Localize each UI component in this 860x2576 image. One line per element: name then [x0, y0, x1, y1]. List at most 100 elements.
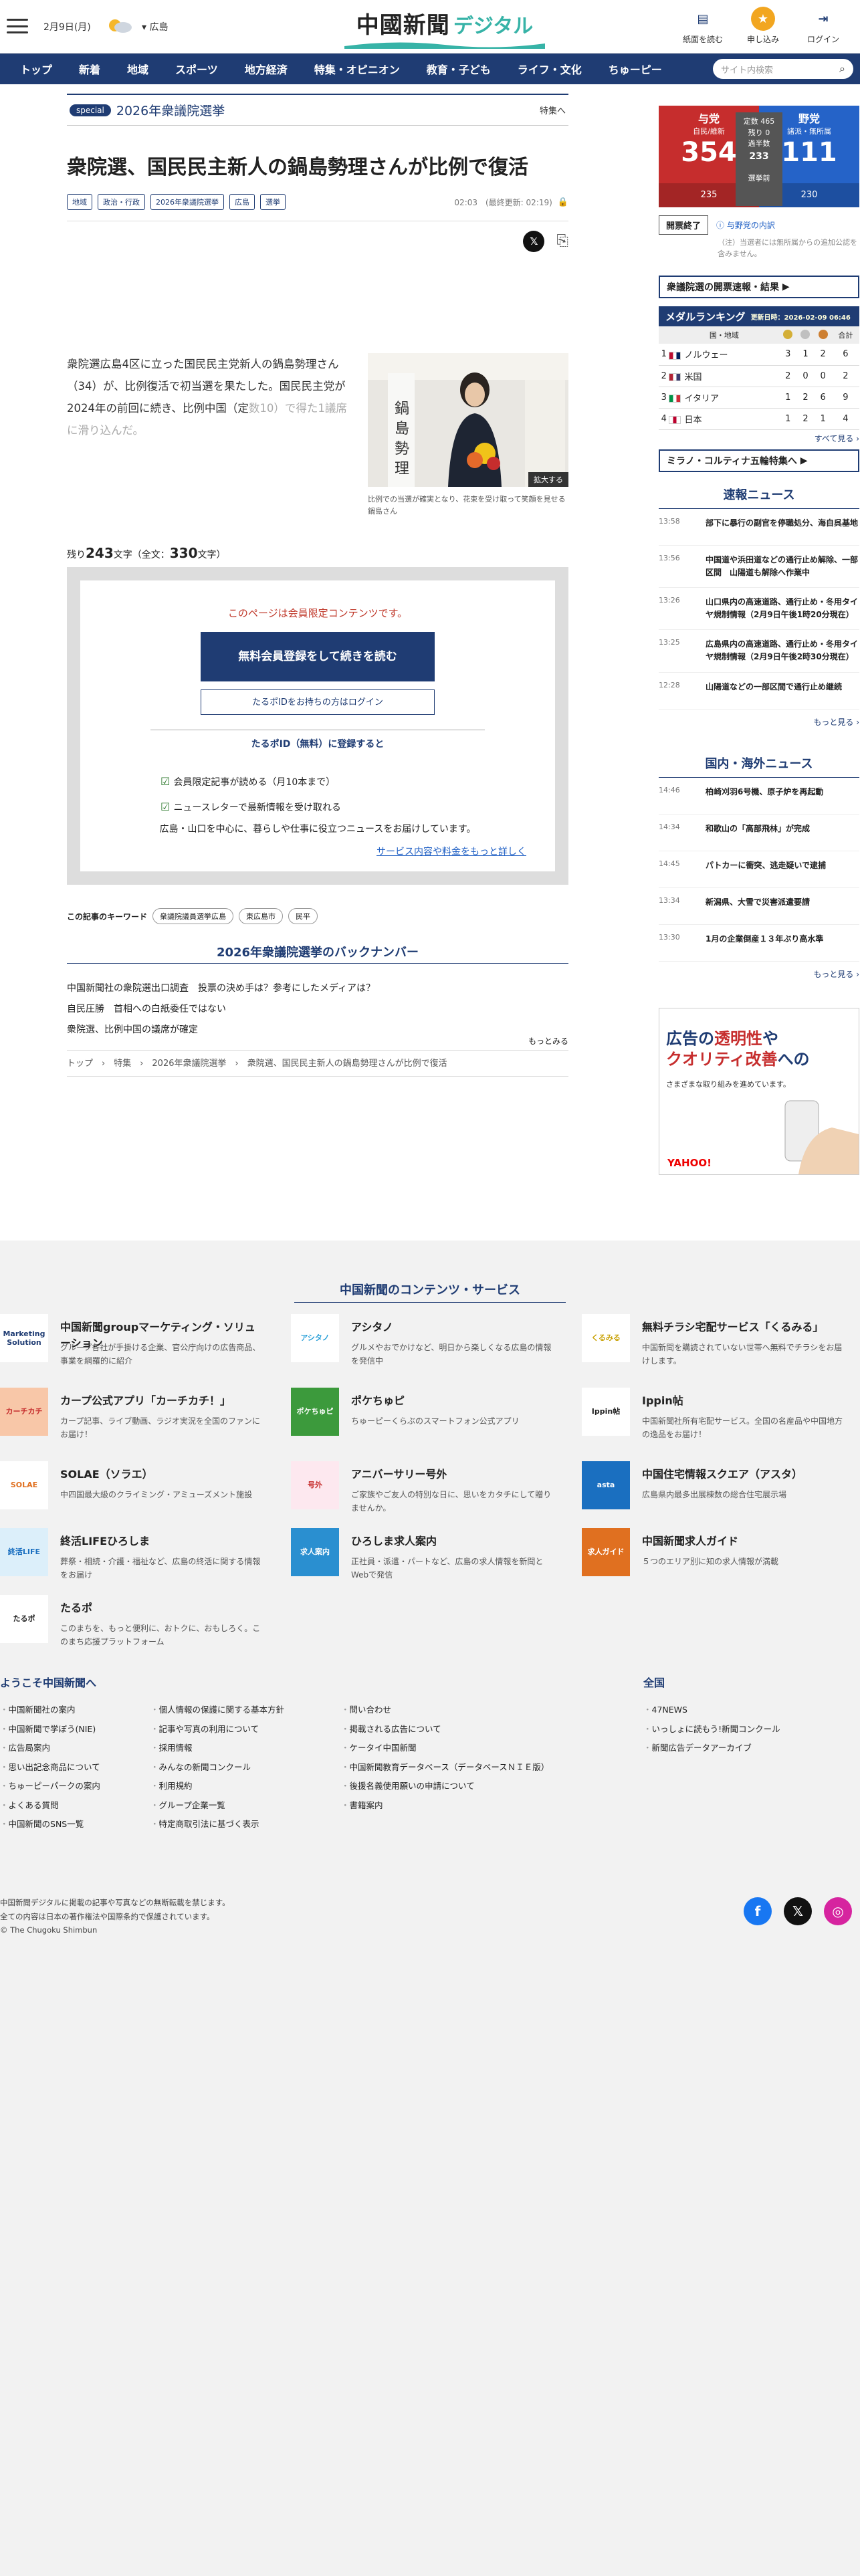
nav-item-region[interactable]: 地域 — [114, 61, 162, 77]
keyword-chip[interactable]: 衆議院議員選挙広島 — [152, 908, 234, 924]
ad-banner[interactable]: 広告の透明性や クオリティ改善への さまざまな取り組みを進めています。 YAHO… — [659, 1007, 859, 1175]
tag-region[interactable]: 地域 — [67, 194, 92, 210]
tag-election[interactable]: 2026年衆議院選挙 — [150, 194, 224, 210]
read-paper-button[interactable]: ▤ 紙面を読む — [673, 7, 733, 45]
footer-link[interactable]: 広告局案内 — [0, 1739, 100, 1758]
instagram-icon[interactable]: ◎ — [824, 1897, 852, 1925]
x-share-icon[interactable]: 𝕏 — [523, 230, 545, 252]
party-breakdown-link[interactable]: ⓘ 与野党の内訳 — [716, 219, 775, 231]
search-icon[interactable]: ⌕ — [839, 62, 845, 76]
news-item[interactable]: 13:30 1月の企業倒産１３年ぶり高水準 — [659, 925, 859, 962]
keyword-chip[interactable]: 民平 — [288, 908, 318, 924]
footer-link[interactable]: 新聞広告データアーカイブ — [643, 1739, 780, 1758]
nav-item-top[interactable]: トップ — [7, 61, 66, 77]
footer-link[interactable]: 採用情報 — [150, 1739, 284, 1758]
footer-link[interactable]: 後援名義使用願いの申請について — [341, 1777, 549, 1796]
photo-enlarge-button[interactable]: 拡大する — [528, 472, 568, 487]
news-item[interactable]: 13:58 部下に暴行の副官を停職処分、海自呉基地 — [659, 509, 859, 546]
special-title[interactable]: 2026年衆議院選挙 — [116, 101, 225, 119]
service-card[interactable]: くるみる 無料チラシ宅配サービス「くるみる」 中国新聞を購読されていない世帯へ無料で… — [582, 1314, 849, 1368]
service-card[interactable]: カーチカチ カープ公式アプリ「カーチカチ！」 カープ記事、ライブ動画、ラジオ実況を全… — [0, 1388, 267, 1441]
news-item[interactable]: 13:56 中国道や浜田道などの通行止め解除、一部区間 山陽道も解除へ作業中 — [659, 546, 859, 588]
election-results-link[interactable]: 衆議院選の開票速報・結果 ▶ — [659, 276, 859, 298]
clip-icon[interactable]: ⎘ — [556, 233, 568, 249]
apply-button[interactable]: ★ 申し込み — [733, 7, 793, 45]
footer-link[interactable]: 思い出記念商品について — [0, 1758, 100, 1778]
news-item[interactable]: 13:26 山口県内の高速道路、通行止め・冬用タイヤ規制情報（2月9日午後1時20… — [659, 588, 859, 631]
tag-hiroshima[interactable]: 広島 — [229, 194, 255, 210]
backnumber-more-link[interactable]: もっとみる — [528, 1035, 568, 1047]
footer-link[interactable]: よくある質問 — [0, 1796, 100, 1816]
nav-item-chupy[interactable]: ちゅーピー — [595, 61, 675, 77]
service-card[interactable]: 求人案内 ひろしま求人案内 正社員・派遣・パートなど、広島の求人情報を新聞とWebで… — [291, 1528, 558, 1582]
backnumber-item[interactable]: 自民圧勝 首相への白紙委任ではない — [67, 999, 375, 1020]
breaking-more-link[interactable]: もっと見る › — [659, 716, 859, 728]
service-details-link[interactable]: サービス内容や料金をもっと詳しく — [318, 845, 585, 898]
login-button[interactable]: ⇥ ログイン — [793, 7, 853, 45]
footer-link[interactable]: 個人情報の保護に関する基本方針 — [150, 1701, 285, 1720]
nav-item-life[interactable]: ライフ・文化 — [504, 61, 595, 77]
medal-row[interactable]: 4 日本 1 2 1 4 — [659, 408, 859, 430]
service-card[interactable]: asta 中国住宅情報スクエア（アスタ） 広島県内最多出展棟数の総合住宅展示場 — [582, 1461, 849, 1515]
backnumber-item[interactable]: 中国新聞社の衆院選出口調査 投票の決め手は？参考にしたメディアは？ — [67, 978, 375, 999]
footer-link[interactable]: 利用規約 — [150, 1777, 284, 1796]
article-photo[interactable]: 鍋 島 勢 理 拡大する — [368, 353, 568, 487]
backnumber-item[interactable]: 衆院選、比例中国の議席が確定 — [67, 1020, 375, 1041]
milano-link[interactable]: ミラノ・コルティナ五輪特集へ ▶ — [659, 449, 859, 472]
medal-row[interactable]: 3 イタリア 1 2 6 9 — [659, 387, 859, 409]
nav-item-education[interactable]: 教育・子ども — [413, 61, 504, 77]
footer-link[interactable]: ちゅーピーパークの案内 — [0, 1777, 100, 1796]
footer-link[interactable]: 中国新聞で学ぼう(NIE) — [0, 1720, 100, 1739]
service-card[interactable]: たるポ たるポ このまちを、もっと便利に、おトクに、おもしろく。このまち応援プラット… — [0, 1595, 267, 1648]
special-more-link[interactable]: 特集へ — [540, 104, 566, 116]
news-item[interactable]: 13:25 広島県内の高速道路、通行止め・冬用タイヤ規制情報（2月9日午後2時30… — [659, 630, 859, 673]
news-item[interactable]: 14:46 柏崎刈羽6号機、原子炉を再起動 — [659, 778, 859, 815]
tarupo-login-button[interactable]: たるポIDをお持ちの方はログイン — [201, 689, 435, 715]
medal-row[interactable]: 1 ノルウェー 3 1 2 6 — [659, 344, 859, 366]
nav-item-economy[interactable]: 地方経済 — [231, 61, 301, 77]
service-card[interactable]: 終活LIFE 終活LIFEひろしま 葬祭・相続・介護・福祉など、広島の終活に関する情… — [0, 1528, 267, 1582]
facebook-icon[interactable]: f — [744, 1897, 772, 1925]
register-button[interactable]: 無料会員登録をして続きを読む — [201, 632, 435, 681]
nav-item-opinion[interactable]: 特集・オピニオン — [301, 61, 413, 77]
election-result-widget[interactable]: 与党 自民/維新 354 235 野党 諸派・無所属 111 230 定数 46… — [659, 106, 859, 207]
footer-link[interactable]: みんなの新聞コンクール — [150, 1758, 284, 1778]
region-selector[interactable]: ▾ 広島 — [142, 20, 168, 33]
footer-link[interactable]: 書籍案内 — [341, 1796, 549, 1816]
service-card[interactable]: 求人ガイド 中国新聞求人ガイド ５つのエリア別に知の求人情報が満載 — [582, 1528, 849, 1582]
service-card[interactable]: SOLAE SOLAE（ソラエ） 中四国最大級のクライミング・アミューズメント施設 — [0, 1461, 267, 1515]
news-item[interactable]: 12:28 山陽道などの一部区間で通行止め継続 — [659, 673, 859, 710]
breadcrumb[interactable]: トップ › 特集 › 2026年衆議院選挙 › 衆院選、国民民主新人の鍋島勢理さ… — [67, 1050, 568, 1077]
service-card[interactable]: Marketing Solution 中国新聞groupマーケティング・ソリューシ… — [0, 1314, 267, 1368]
nav-item-new[interactable]: 新着 — [66, 61, 114, 77]
footer-link[interactable]: 中国新聞社の案内 — [0, 1701, 100, 1720]
footer-link[interactable]: 中国新聞のSNS一覧 — [0, 1815, 100, 1834]
footer-link[interactable]: 特定商取引法に基づく表示 — [150, 1815, 284, 1834]
service-card[interactable]: ポケちゅピ ポケちゅピ ちゅーピーくらぶのスマートフォン公式アプリ — [291, 1388, 558, 1441]
footer-link[interactable]: 問い合わせ — [341, 1701, 549, 1720]
footer-link[interactable]: 47NEWS — [643, 1701, 780, 1720]
medal-row[interactable]: 2 米国 2 0 0 2 — [659, 365, 859, 387]
footer-link[interactable]: 記事や写真の利用について — [150, 1720, 284, 1739]
service-card[interactable]: Ippin帖 Ippin帖 中国新聞社所有宅配サービス。全国の名産品や中国地方の逸品… — [582, 1388, 849, 1441]
keyword-chip[interactable]: 東広島市 — [239, 908, 284, 924]
footer-link[interactable]: グループ企業一覧 — [150, 1796, 284, 1816]
news-item[interactable]: 14:34 和歌山の「高部飛林」が完成 — [659, 815, 859, 851]
x-icon[interactable]: 𝕏 — [784, 1897, 812, 1925]
footer-link[interactable]: 掲載される広告について — [341, 1720, 549, 1739]
service-card[interactable]: 号外 アニバーサリー号外 ご家族やご友人の特別な日に、思いをカタチにして贈りませんか… — [291, 1461, 558, 1515]
footer-link[interactable]: 中国新聞教育データベース（データベースＮＩＥ版） — [341, 1758, 550, 1778]
national-more-link[interactable]: もっと見る › — [659, 968, 859, 980]
footer-link[interactable]: ケータイ中国新聞 — [341, 1739, 549, 1758]
service-card[interactable]: アシタノ アシタノ グルメやおでかけなど、明日から楽しくなる広島の情報を発信中 — [291, 1314, 558, 1368]
tag-senkyo[interactable]: 選挙 — [260, 194, 286, 210]
footer-link[interactable]: いっしょに読もう!新聞コンクール — [643, 1720, 780, 1739]
news-item[interactable]: 13:34 新潟県、大雪で災害派遣要請 — [659, 888, 859, 925]
menu-icon[interactable] — [7, 19, 28, 33]
nav-item-sports[interactable]: スポーツ — [162, 61, 231, 77]
site-logo[interactable]: 中國新聞 デジタル — [338, 7, 552, 49]
news-item[interactable]: 14:45 パトカーに衝突、逃走疑いで逮捕 — [659, 851, 859, 888]
tag-politics[interactable]: 政治・行政 — [98, 194, 145, 210]
search-input[interactable]: サイト内検索 ⌕ — [713, 59, 853, 79]
medal-all-link[interactable]: すべて見る › — [659, 433, 859, 444]
